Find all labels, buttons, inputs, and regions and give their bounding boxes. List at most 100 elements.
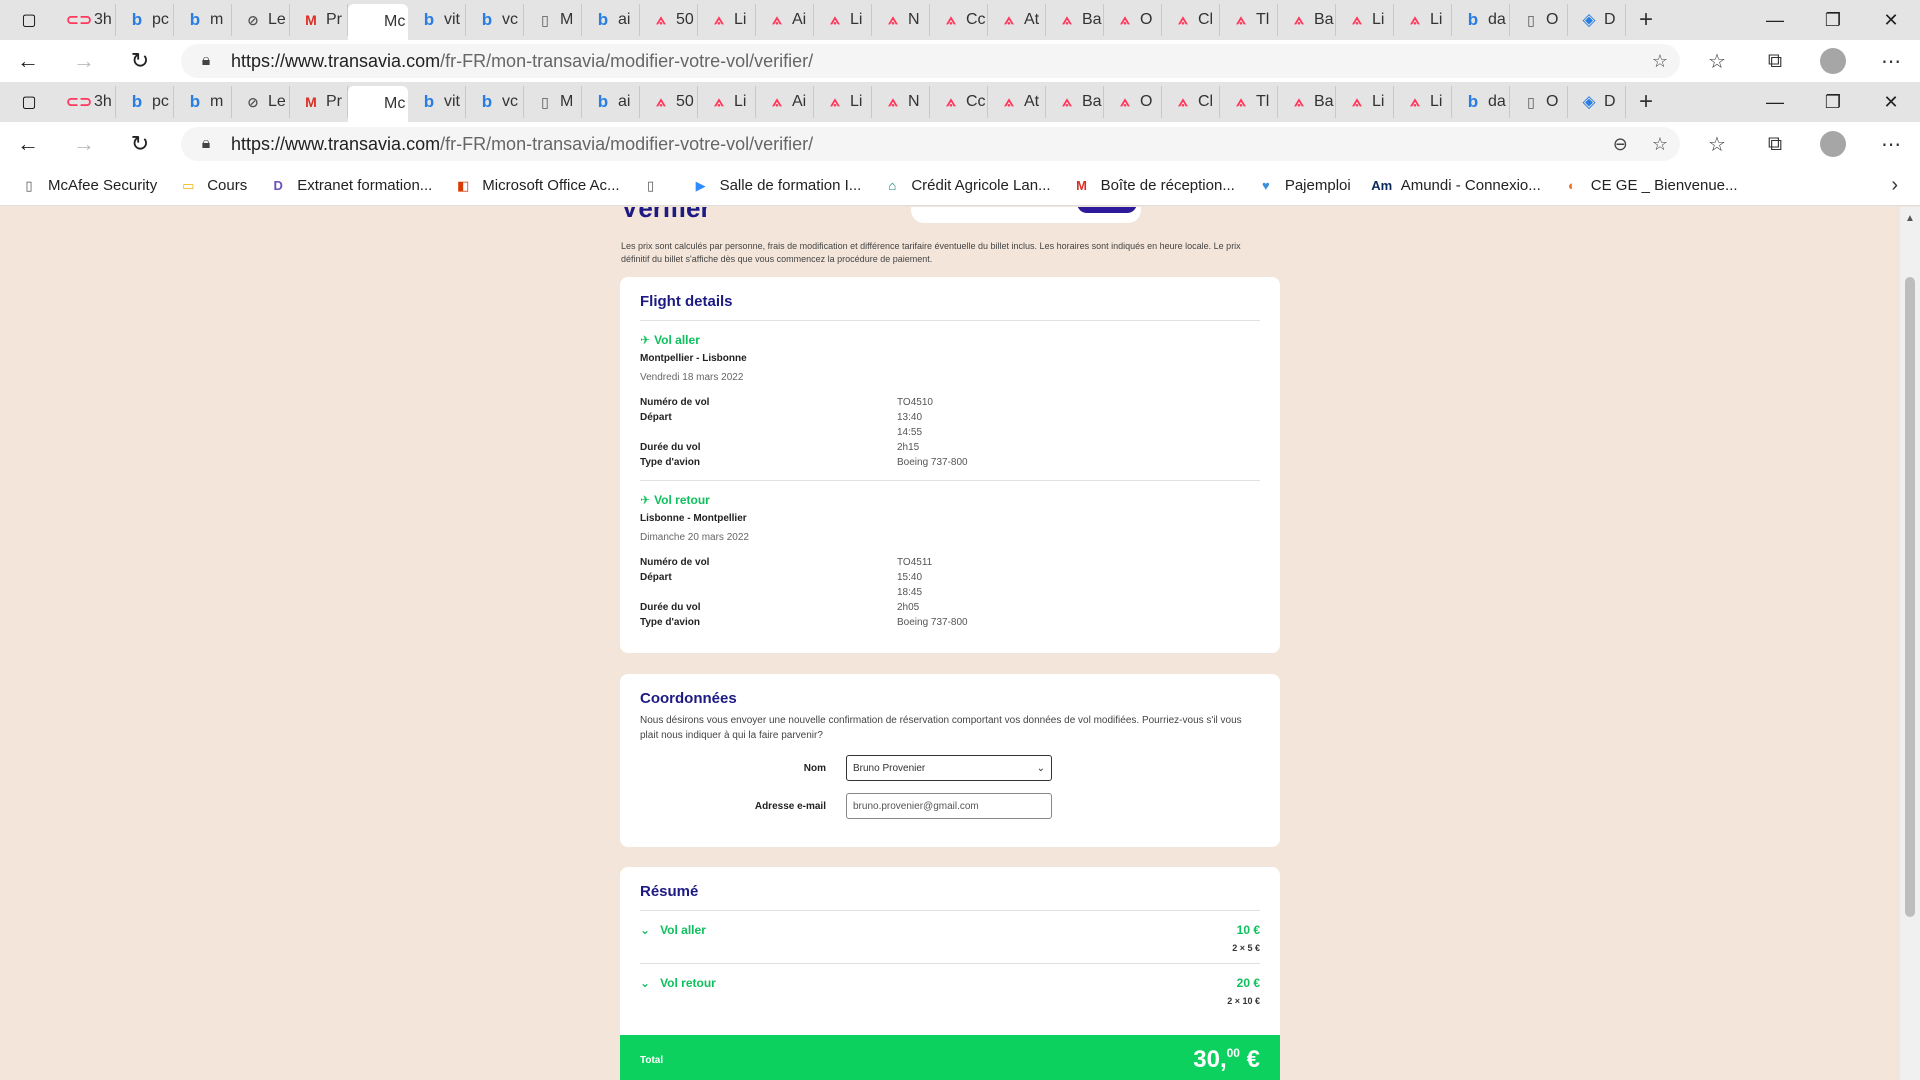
- minimize-icon[interactable]: —: [1746, 82, 1804, 122]
- browser-tab[interactable]: ⟑ Tl: [1220, 86, 1278, 118]
- new-tab-button[interactable]: +: [1626, 86, 1666, 118]
- chevron-right-icon[interactable]: ›: [1891, 174, 1898, 197]
- browser-tab[interactable]: b pc: [116, 86, 174, 118]
- profile-avatar[interactable]: [1804, 123, 1862, 165]
- browser-tab[interactable]: b da: [1452, 86, 1510, 118]
- browser-tab[interactable]: ⟑ Ba: [1278, 86, 1336, 118]
- browser-tab[interactable]: b vc: [466, 86, 524, 118]
- favorites-icon[interactable]: ☆: [1688, 40, 1746, 82]
- scrollbar-thumb[interactable]: [1905, 277, 1915, 917]
- new-tab-button[interactable]: +: [1626, 4, 1666, 36]
- zoom-icon[interactable]: ⊖: [1613, 134, 1628, 155]
- back-icon[interactable]: ←: [0, 123, 56, 165]
- bookmark-item[interactable]: Am Amundi - Connexio...: [1371, 177, 1541, 195]
- lock-icon[interactable]: 🔒︎: [181, 52, 231, 70]
- email-field[interactable]: bruno.provenier@gmail.com: [846, 793, 1052, 819]
- add-favorite-icon[interactable]: ☆: [1652, 134, 1668, 155]
- bookmark-item[interactable]: ◐ CE GE _ Bienvenue...: [1563, 177, 1738, 195]
- name-select[interactable]: Bruno Provenier ⌄: [846, 755, 1052, 781]
- browser-tab[interactable]: b pc: [116, 4, 174, 36]
- browser-tab[interactable]: b ai: [582, 4, 640, 36]
- collections-icon[interactable]: ⧉: [1746, 40, 1804, 82]
- browser-tab[interactable]: ⟑ O: [1104, 86, 1162, 118]
- bookmark-item[interactable]: D Extranet formation...: [269, 177, 433, 195]
- refresh-icon[interactable]: ↻: [112, 40, 168, 82]
- close-window-icon[interactable]: ✕: [1862, 0, 1920, 40]
- browser-tab[interactable]: ◈ D: [1568, 4, 1626, 36]
- browser-tab[interactable]: ⟑ Cl: [1162, 4, 1220, 36]
- browser-tab[interactable]: ⟑ 50: [640, 86, 698, 118]
- browser-tab[interactable]: Mc✕: [348, 86, 408, 122]
- browser-tab[interactable]: ⊘ Le: [232, 4, 290, 36]
- browser-tab[interactable]: Mc✕: [348, 4, 408, 40]
- browser-tab[interactable]: ⟑ Li: [1336, 86, 1394, 118]
- url-text[interactable]: https://www.transavia.com/fr-FR/mon-tran…: [231, 134, 813, 155]
- lock-icon[interactable]: 🔒︎: [181, 135, 231, 153]
- bookmark-item[interactable]: M Boîte de réception...: [1073, 177, 1235, 195]
- browser-tab[interactable]: ⟑ O: [1104, 4, 1162, 36]
- bookmark-item[interactable]: ▯: [642, 177, 670, 195]
- scroll-up-icon[interactable]: ▲: [1905, 213, 1915, 224]
- back-icon[interactable]: ←: [0, 40, 56, 82]
- tab-actions-icon[interactable]: ▢: [0, 82, 58, 122]
- browser-tab[interactable]: ⟑ N: [872, 86, 930, 118]
- browser-tab[interactable]: ⟑ Cl: [1162, 86, 1220, 118]
- browser-tab[interactable]: ⟑ Li: [1394, 4, 1452, 36]
- browser-tab[interactable]: ⊂⊃ 3h: [58, 86, 116, 118]
- favorites-icon[interactable]: ☆: [1688, 123, 1746, 165]
- browser-tab[interactable]: ⟑ Cc: [930, 86, 988, 118]
- refresh-icon[interactable]: ↻: [112, 123, 168, 165]
- browser-tab[interactable]: M Pr: [290, 4, 348, 36]
- browser-tab[interactable]: ◈ D: [1568, 86, 1626, 118]
- url-field[interactable]: 🔒︎ https://www.transavia.com/fr-FR/mon-t…: [181, 127, 1680, 161]
- browser-tab[interactable]: ▯ O: [1510, 86, 1568, 118]
- forward-icon[interactable]: →: [56, 123, 112, 165]
- tab-actions-icon[interactable]: ▢: [0, 0, 58, 40]
- browser-tab[interactable]: ⟑ Ba: [1278, 4, 1336, 36]
- browser-tab[interactable]: M Pr: [290, 86, 348, 118]
- browser-tab[interactable]: ⟑ Li: [698, 4, 756, 36]
- browser-tab[interactable]: ⊂⊃ 3h: [58, 4, 116, 36]
- more-menu-icon[interactable]: ⋯: [1862, 123, 1920, 165]
- browser-tab[interactable]: b vit: [408, 4, 466, 36]
- close-window-icon[interactable]: ✕: [1862, 82, 1920, 122]
- summary-line[interactable]: ⌄ Vol retour 20 €: [640, 976, 1260, 990]
- browser-tab[interactable]: ⟑ Ba: [1046, 86, 1104, 118]
- browser-tab[interactable]: ⟑ Ai: [756, 86, 814, 118]
- browser-tab[interactable]: bm: [174, 4, 232, 36]
- browser-tab[interactable]: ⟑ Li: [698, 86, 756, 118]
- browser-tab[interactable]: ⟑ Li: [1336, 4, 1394, 36]
- browser-tab[interactable]: ⊘ Le: [232, 86, 290, 118]
- bookmark-item[interactable]: ♥ Pajemploi: [1257, 177, 1351, 195]
- browser-tab[interactable]: ⟑ Ai: [756, 4, 814, 36]
- bookmark-item[interactable]: ◧ Microsoft Office Ac...: [454, 177, 619, 195]
- collections-icon[interactable]: ⧉: [1746, 123, 1804, 165]
- bookmark-item[interactable]: ▯ McAfee Security: [20, 177, 157, 195]
- browser-tab[interactable]: b da: [1452, 4, 1510, 36]
- minimize-icon[interactable]: —: [1746, 0, 1804, 40]
- browser-tab[interactable]: ⟑ 50: [640, 4, 698, 36]
- restore-icon[interactable]: ❐: [1804, 82, 1862, 122]
- bookmark-item[interactable]: ▭ Cours: [179, 177, 247, 195]
- browser-tab[interactable]: ⟑ At: [988, 4, 1046, 36]
- bookmark-item[interactable]: ⌂ Crédit Agricole Lan...: [883, 177, 1050, 195]
- vertical-scrollbar[interactable]: ▲: [1900, 207, 1920, 1080]
- url-field[interactable]: 🔒︎ https://www.transavia.com/fr-FR/mon-t…: [181, 44, 1680, 78]
- add-favorite-icon[interactable]: ☆: [1652, 51, 1668, 72]
- more-menu-icon[interactable]: ⋯: [1862, 40, 1920, 82]
- restore-icon[interactable]: ❐: [1804, 0, 1862, 40]
- browser-tab[interactable]: ▯ M: [524, 4, 582, 36]
- forward-icon[interactable]: →: [56, 40, 112, 82]
- browser-tab[interactable]: ⟑ Ba: [1046, 4, 1104, 36]
- browser-tab[interactable]: ⟑ Tl: [1220, 4, 1278, 36]
- browser-tab[interactable]: ▯ M: [524, 86, 582, 118]
- profile-avatar[interactable]: [1804, 40, 1862, 82]
- browser-tab[interactable]: ⟑ Li: [814, 86, 872, 118]
- browser-tab[interactable]: ⟑ At: [988, 86, 1046, 118]
- browser-tab[interactable]: ⟑ Li: [814, 4, 872, 36]
- browser-tab[interactable]: b vit: [408, 86, 466, 118]
- browser-tab[interactable]: ▯ O: [1510, 4, 1568, 36]
- browser-tab[interactable]: ⟑ Cc: [930, 4, 988, 36]
- bookmark-item[interactable]: ▶ Salle de formation I...: [692, 177, 862, 195]
- browser-tab[interactable]: bm: [174, 86, 232, 118]
